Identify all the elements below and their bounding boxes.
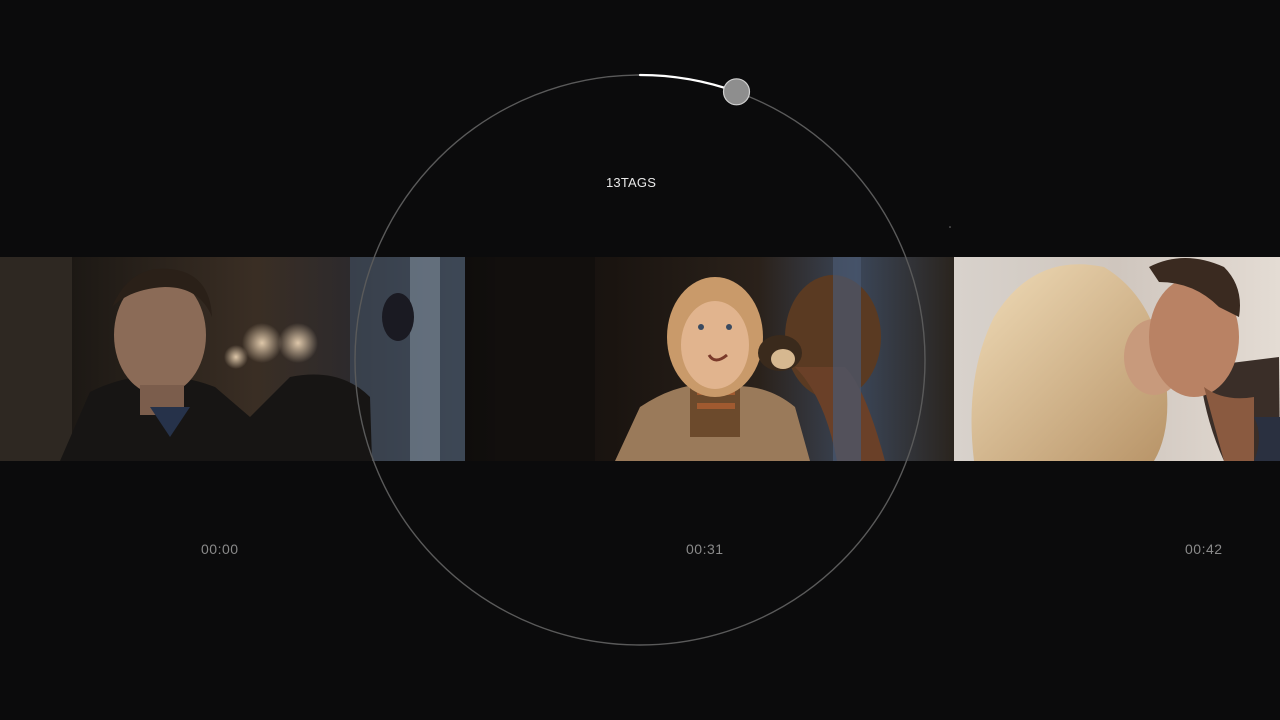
dial-marker-dot — [949, 226, 951, 228]
thumbnail-frame-2[interactable] — [465, 257, 954, 461]
tag-unit: TAGS — [620, 175, 657, 190]
thumbnail-image-girl — [465, 257, 954, 461]
tag-count-label: 13TAGS — [606, 175, 656, 190]
timestamp-frame-1: 00:00 — [201, 541, 239, 557]
thumbnail-frame-3[interactable] — [954, 257, 1280, 461]
timestamp-frame-2: 00:31 — [686, 541, 724, 557]
tag-count: 13 — [606, 175, 621, 190]
dial-knob[interactable] — [722, 78, 751, 106]
thumbnail-image-couple — [954, 257, 1280, 461]
thumbnail-image-man — [0, 257, 465, 461]
dial-progress-arc — [638, 73, 738, 93]
dial-knob-handle[interactable] — [722, 78, 751, 106]
thumbnail-frame-1[interactable] — [0, 257, 465, 461]
video-tag-viewer: 00:00 00:31 00:42 13TAGS — [0, 0, 1280, 720]
timestamp-frame-3: 00:42 — [1185, 541, 1223, 557]
